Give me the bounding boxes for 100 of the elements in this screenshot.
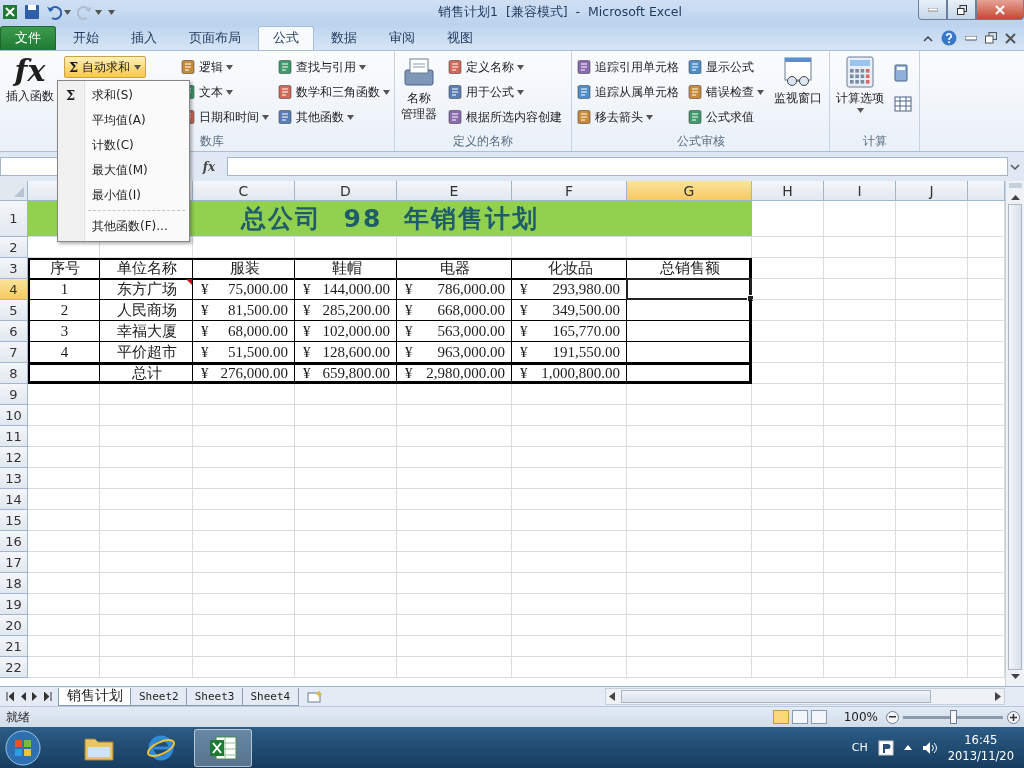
grid-cell[interactable] xyxy=(824,279,896,300)
table-cell[interactable] xyxy=(627,363,752,384)
grid-cell[interactable] xyxy=(896,201,968,237)
table-cell[interactable]: ¥ 81,500.00 xyxy=(193,300,295,321)
grid-cell[interactable] xyxy=(896,321,968,342)
grid-cell[interactable] xyxy=(824,468,896,489)
grid-cell[interactable] xyxy=(28,426,100,447)
grid-cell[interactable] xyxy=(100,384,193,405)
grid-cell[interactable] xyxy=(193,657,295,678)
grid-cell[interactable] xyxy=(752,201,824,237)
grid-cell[interactable] xyxy=(397,405,512,426)
grid-cell[interactable] xyxy=(627,468,752,489)
grid-cell[interactable] xyxy=(512,510,627,531)
ribbon-tab[interactable]: 开始 xyxy=(58,26,114,50)
active-cell[interactable] xyxy=(627,279,752,300)
grid-cell[interactable] xyxy=(28,384,100,405)
ribbon-tab[interactable]: 视图 xyxy=(432,26,488,50)
table-cell[interactable]: 电器 xyxy=(397,258,512,279)
grid-cell[interactable] xyxy=(193,405,295,426)
grid-cell[interactable] xyxy=(752,657,824,678)
grid-cell[interactable] xyxy=(627,573,752,594)
row-header[interactable]: 4 xyxy=(0,279,28,300)
ribbon-button[interactable]: 定义名称 xyxy=(447,56,562,78)
table-cell[interactable]: 鞋帽 xyxy=(295,258,397,279)
grid-cell[interactable] xyxy=(752,447,824,468)
ribbon-button[interactable]: 移去箭头 xyxy=(576,106,679,128)
row-header[interactable]: 20 xyxy=(0,615,28,636)
ribbon-button[interactable]: 追踪从属单元格 xyxy=(576,81,679,103)
column-header[interactable]: H xyxy=(752,181,824,201)
row-header[interactable]: 19 xyxy=(0,594,28,615)
grid-cell[interactable] xyxy=(28,552,100,573)
row-header[interactable]: 1 xyxy=(0,201,28,237)
grid-cell[interactable] xyxy=(193,468,295,489)
grid-cell[interactable] xyxy=(752,384,824,405)
grid-cell[interactable] xyxy=(752,321,824,342)
grid-cell[interactable] xyxy=(295,615,397,636)
grid-cell[interactable] xyxy=(824,201,896,237)
grid-cell[interactable] xyxy=(295,468,397,489)
grid-cell[interactable] xyxy=(28,657,100,678)
column-header[interactable]: E xyxy=(397,181,512,201)
autosum-button[interactable]: Σ 自动求和 xyxy=(64,56,147,78)
table-cell[interactable]: ¥ 75,000.00 xyxy=(193,279,295,300)
grid-cell[interactable] xyxy=(752,468,824,489)
table-cell[interactable]: ¥ 128,600.00 xyxy=(295,342,397,363)
column-header[interactable]: F xyxy=(512,181,627,201)
grid-cell[interactable] xyxy=(752,552,824,573)
grid-cell[interactable] xyxy=(824,657,896,678)
table-cell[interactable]: 总计 xyxy=(100,363,193,384)
grid-cell[interactable] xyxy=(397,426,512,447)
grid-cell[interactable] xyxy=(627,657,752,678)
grid-cell[interactable] xyxy=(397,384,512,405)
grid-cell[interactable] xyxy=(896,300,968,321)
ribbon-button[interactable]: 计算选项 xyxy=(834,56,886,133)
table-cell[interactable]: 幸福大厦 xyxy=(100,321,193,342)
grid-cell[interactable] xyxy=(752,615,824,636)
table-cell[interactable]: ¥ 563,000.00 xyxy=(397,321,512,342)
ribbon-button[interactable]: fx 插入函数 xyxy=(4,56,56,133)
grid-cell[interactable] xyxy=(627,405,752,426)
grid-cell[interactable] xyxy=(512,531,627,552)
grid-cell[interactable] xyxy=(896,489,968,510)
grid-cell[interactable] xyxy=(512,489,627,510)
grid-cell[interactable] xyxy=(824,321,896,342)
grid-cell[interactable] xyxy=(627,447,752,468)
ribbon-button[interactable]: 公式求值 xyxy=(687,106,764,128)
grid-cell[interactable] xyxy=(752,531,824,552)
grid-cell[interactable] xyxy=(752,279,824,300)
grid-cell[interactable] xyxy=(752,489,824,510)
grid-cell[interactable] xyxy=(295,657,397,678)
grid-cell[interactable] xyxy=(896,447,968,468)
column-header[interactable]: I xyxy=(824,181,896,201)
grid-cell[interactable] xyxy=(512,384,627,405)
grid-cell[interactable] xyxy=(28,573,100,594)
grid-cell[interactable] xyxy=(193,573,295,594)
grid-cell[interactable] xyxy=(100,636,193,657)
table-cell[interactable] xyxy=(28,363,100,384)
grid-cell[interactable] xyxy=(193,447,295,468)
restore-button[interactable] xyxy=(947,0,976,20)
table-cell[interactable]: ¥ 963,000.00 xyxy=(397,342,512,363)
grid-cell[interactable] xyxy=(100,447,193,468)
column-header[interactable]: J xyxy=(896,181,968,201)
grid-cell[interactable] xyxy=(295,384,397,405)
column-header[interactable]: G xyxy=(627,181,752,201)
row-header[interactable]: 2 xyxy=(0,237,28,258)
grid-cell[interactable] xyxy=(627,594,752,615)
grid-cell[interactable] xyxy=(824,615,896,636)
grid-cell[interactable] xyxy=(512,636,627,657)
grid-cell[interactable] xyxy=(100,657,193,678)
grid-cell[interactable] xyxy=(295,510,397,531)
column-header[interactable]: C xyxy=(193,181,295,201)
grid-cell[interactable] xyxy=(824,363,896,384)
horizontal-scrollbar[interactable] xyxy=(605,688,1005,705)
table-cell[interactable]: ¥ 191,550.00 xyxy=(512,342,627,363)
grid-cell[interactable] xyxy=(752,636,824,657)
grid-cell[interactable] xyxy=(100,531,193,552)
grid-cell[interactable] xyxy=(28,447,100,468)
grid-cell[interactable] xyxy=(512,405,627,426)
row-header[interactable]: 9 xyxy=(0,384,28,405)
grid-cell[interactable] xyxy=(824,636,896,657)
grid-cell[interactable] xyxy=(397,237,512,258)
sheet-tab[interactable]: Sheet2 xyxy=(130,687,188,706)
